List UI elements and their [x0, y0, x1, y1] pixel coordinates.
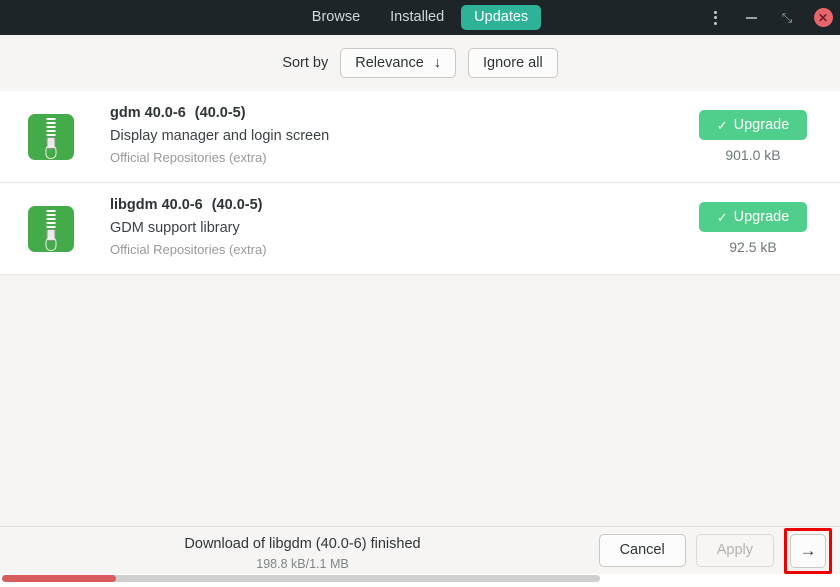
package-name: gdm	[110, 105, 141, 121]
package-origin: Official Repositories (extra)	[110, 150, 267, 166]
app-menu-button[interactable]	[704, 7, 726, 29]
tab-updates[interactable]: Updates	[461, 5, 542, 30]
package-summary: GDM support library	[110, 219, 240, 236]
upgrade-button-label: Upgrade	[733, 117, 790, 133]
download-progress-bar[interactable]	[2, 575, 600, 582]
cancel-button[interactable]: Cancel	[598, 534, 686, 567]
download-progress-fill	[2, 575, 116, 582]
package-new-version: 40.0-6	[161, 197, 203, 213]
check-icon: ✓	[716, 209, 728, 225]
package-action: ✓ Upgrade 92.5 kB	[688, 202, 818, 255]
close-button[interactable]: ✕	[812, 7, 834, 29]
package-new-version: 40.0-6	[144, 105, 186, 121]
arrow-down-icon: ↓	[433, 54, 442, 71]
package-name: libgdm	[110, 197, 158, 213]
window-header-bar: Browse Installed Updates ⤡ ✕	[0, 0, 840, 35]
tab-installed[interactable]: Installed	[377, 5, 457, 30]
table-row[interactable]: gdm 40.0-6 (40.0-5) Display manager and …	[0, 91, 840, 183]
tab-browse[interactable]: Browse	[299, 5, 373, 30]
package-title-line: libgdm 40.0-6 (40.0-5)	[110, 196, 688, 216]
sort-toolbar: Sort by Relevance ↓ Ignore all	[0, 35, 840, 91]
package-origin: Official Repositories (extra)	[110, 242, 267, 258]
menu-icon	[713, 10, 717, 25]
minimize-button[interactable]	[740, 7, 762, 29]
bottom-buttons: Cancel Apply →	[598, 527, 840, 574]
sort-dropdown-value: Relevance	[355, 54, 424, 71]
window-controls: ⤡ ✕	[704, 0, 834, 35]
close-icon: ✕	[813, 8, 833, 27]
archive-package-icon	[28, 113, 74, 160]
list-empty-area	[0, 275, 840, 526]
sort-by-label: Sort by	[282, 55, 329, 71]
arrow-right-icon: →	[799, 541, 817, 560]
package-size: 92.5 kB	[729, 239, 777, 255]
ignore-all-button[interactable]: Ignore all	[468, 47, 558, 79]
package-summary: Display manager and login screen	[110, 127, 330, 144]
upgrade-button-label: Upgrade	[733, 209, 790, 225]
maximize-icon: ⤡	[781, 10, 793, 25]
table-row[interactable]: libgdm 40.0-6 (40.0-5) GDM support libra…	[0, 183, 840, 275]
view-switcher-tabs: Browse Installed Updates	[299, 5, 542, 30]
next-button-highlight: →	[784, 527, 832, 574]
status-title: Download of libgdm (40.0-6) finished	[184, 536, 421, 552]
package-action: ✓ Upgrade 901.0 kB	[688, 110, 818, 163]
upgrade-button[interactable]: ✓ Upgrade	[699, 202, 807, 232]
apply-button: Apply	[695, 534, 774, 567]
package-old-version: (40.0-5)	[194, 105, 246, 121]
updates-list: gdm 40.0-6 (40.0-5) Display manager and …	[0, 91, 840, 275]
upgrade-button[interactable]: ✓ Upgrade	[699, 110, 807, 140]
transaction-status: Download of libgdm (40.0-6) finished 198…	[0, 535, 605, 574]
package-size: 901.0 kB	[725, 147, 781, 163]
next-button[interactable]: →	[790, 533, 826, 568]
package-info: libgdm 40.0-6 (40.0-5) GDM support libra…	[110, 196, 688, 261]
minimize-icon	[745, 16, 757, 19]
check-icon: ✓	[716, 117, 728, 133]
package-old-version: (40.0-5)	[211, 197, 263, 213]
archive-package-icon	[28, 205, 74, 252]
status-progress-text: 198.8 kB/1.1 MB	[256, 556, 349, 571]
package-info: gdm 40.0-6 (40.0-5) Display manager and …	[110, 104, 688, 169]
maximize-button[interactable]: ⤡	[776, 7, 798, 29]
package-title-line: gdm 40.0-6 (40.0-5)	[110, 104, 688, 124]
sort-dropdown[interactable]: Relevance ↓	[340, 47, 457, 79]
bottom-action-bar: Download of libgdm (40.0-6) finished 198…	[0, 526, 840, 574]
